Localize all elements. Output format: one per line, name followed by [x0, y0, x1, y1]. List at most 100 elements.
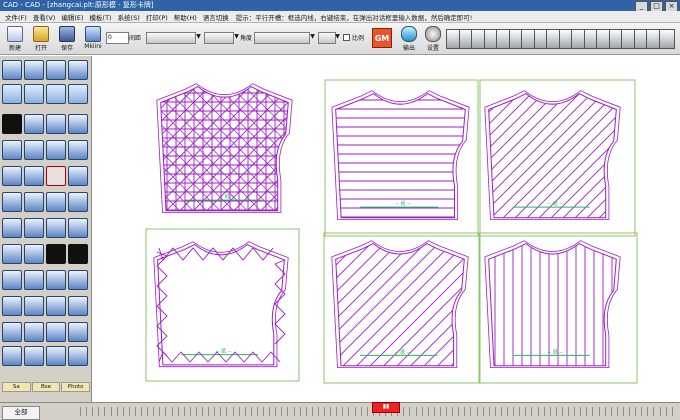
angle-dropdown[interactable] [254, 32, 310, 44]
palette-tab-sa[interactable]: Sa [2, 382, 31, 392]
palette-tool-button[interactable] [2, 346, 22, 366]
menu-edit[interactable]: 编辑(E) [58, 12, 86, 22]
palette-tool-button[interactable] [68, 84, 88, 104]
all-view-button[interactable]: 全部 [2, 406, 40, 420]
menu-language[interactable]: 语言切换 [200, 12, 232, 22]
pattern-piece: -- 纸 -- [324, 79, 479, 237]
palette-tool-button[interactable] [24, 140, 44, 160]
menu-system[interactable]: 系统(S) [115, 12, 143, 22]
status-bar: 全部 [0, 402, 680, 420]
menu-print[interactable]: 打印(P) [143, 12, 171, 22]
palette-tool-button[interactable] [24, 60, 44, 80]
spacing-input[interactable]: 0 [106, 32, 129, 44]
palette-tool-button[interactable] [68, 140, 88, 160]
spacing-dropdown[interactable] [146, 32, 196, 44]
palette-tool-button[interactable] [24, 114, 44, 134]
palette-tool-button[interactable] [46, 140, 66, 160]
palette-tool-button[interactable] [24, 84, 44, 104]
palette-tool-button[interactable] [68, 270, 88, 290]
toolbar: 新建 打开 保存 Mkiini 0 间距 ▼ ▼ 角度 ▼ ▼ 比例 GM 输出… [0, 23, 680, 55]
palette-tool-button[interactable] [2, 270, 22, 290]
palette-tool-button[interactable] [46, 346, 66, 366]
palette-tabs: Sa Bse Photo [2, 382, 91, 392]
grainline-label: -- 纸 -- [547, 200, 563, 207]
palette-tool-button[interactable] [2, 218, 22, 238]
palette-tool-button[interactable] [68, 322, 88, 342]
palette-tool-button[interactable] [24, 218, 44, 238]
palette-tab-bse[interactable]: Bse [31, 382, 61, 392]
drawing-canvas[interactable]: -- 纸 -- -- 纸 -- -- 纸 -- -- 纸 -- -- 纸 -- -- 纸 … [93, 56, 680, 402]
open-button[interactable]: 打开 [28, 25, 54, 53]
palette-tool-button[interactable] [2, 140, 22, 160]
menu-help[interactable]: 帮助(H) [171, 12, 200, 22]
palette-tool-button[interactable] [24, 296, 44, 316]
palette-tool-button[interactable] [68, 114, 88, 134]
palette-tool-button[interactable] [68, 60, 88, 80]
output-button[interactable]: 输出 [396, 25, 422, 53]
palette-tool-button[interactable] [24, 270, 44, 290]
menu-template[interactable]: 模板(T) [87, 12, 115, 22]
settings-button[interactable]: 设置 [420, 25, 446, 53]
palette-tool-button[interactable] [2, 60, 22, 80]
palette-tool-button[interactable] [2, 322, 22, 342]
palette-tool-button[interactable] [24, 346, 44, 366]
palette-tool-button[interactable] [46, 192, 66, 212]
menu-view[interactable]: 查看(V) [30, 12, 59, 22]
settings-button-label: 设置 [426, 45, 439, 52]
palette-tool-button[interactable] [68, 346, 88, 366]
open-button-label: 打开 [34, 45, 47, 52]
palette-tool-button[interactable] [2, 84, 22, 104]
active-layer-marker[interactable]: ▮▮ [372, 402, 400, 413]
palette-tool-button[interactable] [46, 166, 66, 186]
chevron-down-icon[interactable]: ▼ [309, 33, 316, 41]
palette-tool-button[interactable] [46, 270, 66, 290]
palette-tool-button[interactable] [2, 166, 22, 186]
palette-tool-button[interactable] [24, 322, 44, 342]
grainline-label: -- 纸 -- [395, 200, 411, 207]
home-icon [85, 26, 101, 42]
palette-tool-button[interactable] [68, 244, 88, 264]
palette-tool-button[interactable] [24, 244, 44, 264]
piece-outline [488, 243, 617, 367]
palette-tool-button[interactable] [24, 192, 44, 212]
grainline-label: -- 纸 -- [395, 348, 411, 355]
brand-gm-button[interactable]: GM [372, 28, 392, 48]
menu-file[interactable]: 文件(F) [2, 12, 30, 22]
toolbar-tool-button[interactable] [658, 29, 675, 49]
spacing-unit-dropdown[interactable] [204, 32, 234, 44]
palette-tab-photo[interactable]: Photo [61, 382, 91, 392]
palette-tool-button[interactable] [68, 218, 88, 238]
palette-tool-button[interactable] [46, 296, 66, 316]
palette-tool-button[interactable] [2, 296, 22, 316]
ratio-checkbox[interactable] [343, 34, 350, 41]
palette-tool-button[interactable] [46, 218, 66, 238]
piece-outline [157, 244, 285, 366]
palette-tool-button[interactable] [2, 114, 22, 134]
palette-tool-button[interactable] [68, 296, 88, 316]
grainline-label: -- 纸 -- [219, 193, 235, 200]
palette-tool-button[interactable] [46, 244, 66, 264]
palette-tool-button[interactable] [68, 166, 88, 186]
new-button[interactable]: 新建 [2, 25, 28, 53]
palette-tool-button[interactable] [2, 244, 22, 264]
palette-tool-button[interactable] [46, 84, 66, 104]
output-button-label: 输出 [402, 45, 415, 52]
pattern-piece: -- 纸 -- [479, 79, 636, 237]
hint-text: 提示：平行开槽：框选内线，右键结束，在弹出对话框里输入数据，然后确定即可! [235, 13, 473, 22]
palette-tool-button[interactable] [46, 322, 66, 342]
palette-tool-button[interactable] [68, 192, 88, 212]
new-file-icon [7, 26, 23, 42]
palette-tool-button[interactable] [46, 114, 66, 134]
palette-tool-button[interactable] [24, 166, 44, 186]
pattern-piece: -- 纸 -- [156, 83, 293, 213]
chevron-down-icon[interactable]: ▼ [334, 33, 341, 41]
chevron-down-icon[interactable]: ▼ [233, 33, 240, 41]
ratio-label: 比例 [352, 35, 365, 42]
zigzag-darts [156, 247, 286, 363]
chevron-down-icon[interactable]: ▼ [195, 33, 202, 41]
palette-tool-button[interactable] [2, 192, 22, 212]
palette-tool-button[interactable] [46, 60, 66, 80]
save-button[interactable]: 保存 [54, 25, 80, 53]
save-disk-icon [59, 26, 75, 42]
mode-button[interactable]: Mkiini [80, 25, 106, 53]
